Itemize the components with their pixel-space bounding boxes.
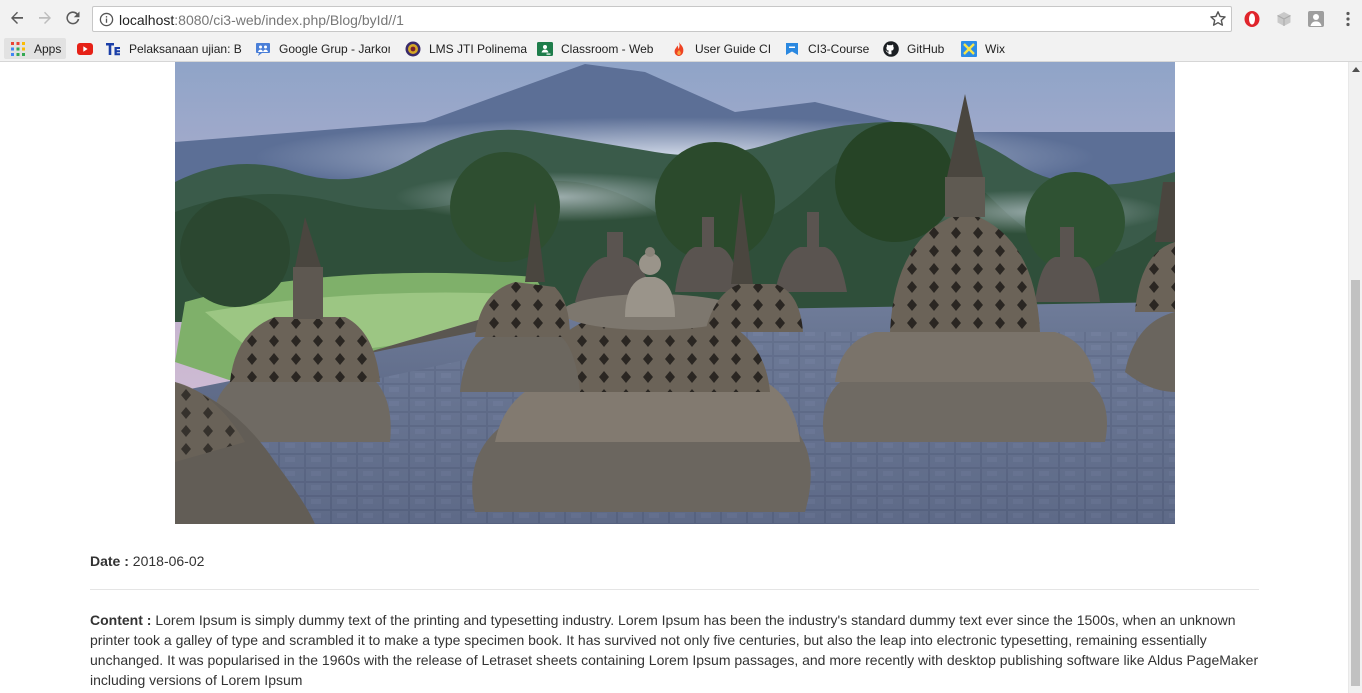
borobudur-hero-image: [175, 62, 1175, 524]
page-viewport: Date : 2018-06-02 Content : Lorem Ipsum …: [0, 62, 1362, 693]
bookmark-label: GitHub: [907, 41, 945, 56]
youtube-icon: [77, 41, 93, 57]
wix-icon: [961, 40, 977, 57]
scrollbar-thumb[interactable]: [1351, 280, 1360, 686]
bookmark-label: CI3-Course: [808, 41, 870, 56]
vertical-scrollbar[interactable]: [1348, 62, 1362, 693]
classroom-icon: [537, 41, 553, 57]
bookmark-youtube[interactable]: [77, 38, 101, 59]
menu-button[interactable]: [1338, 9, 1358, 29]
bookmarks-bar: Apps Pelaksanaan ujian: Ba Google Grup -…: [0, 36, 1362, 62]
bookmark-github[interactable]: GitHub: [883, 38, 944, 59]
bookmark-apps[interactable]: Apps: [4, 38, 67, 59]
polinema-icon: [405, 41, 421, 57]
bookmark-pelaksanaan-ujian[interactable]: Pelaksanaan ujian: Ba: [105, 38, 242, 59]
arrow-left-icon: [11, 11, 23, 24]
bookmark-google-grup[interactable]: Google Grup - Jarkom: [255, 38, 390, 59]
content-text: Lorem Ipsum is simply dummy text of the …: [90, 612, 1259, 688]
extension-button[interactable]: [1274, 9, 1294, 29]
bookmark-user-guide-ci[interactable]: User Guide CI: [671, 38, 771, 59]
date-value: 2018-06-02: [132, 553, 205, 569]
info-icon[interactable]: [99, 12, 114, 27]
browser-toolbar: localhost:8080/ci3-web/index.php/Blog/by…: [0, 0, 1362, 36]
post-content: Content : Lorem Ipsum is simply dummy te…: [90, 610, 1262, 690]
bookmark-label: Google Grup - Jarkom: [279, 41, 390, 56]
cube-extension-icon: [1277, 12, 1291, 26]
profile-icon: [1308, 11, 1324, 27]
opera-extension-button[interactable]: [1242, 9, 1262, 29]
bookmark-wix[interactable]: Wix: [961, 38, 1005, 59]
reload-button[interactable]: [62, 7, 84, 29]
bookmark-label: Apps: [34, 41, 62, 56]
post-date: Date : 2018-06-02: [90, 553, 204, 569]
divider: [90, 589, 1259, 590]
date-label: Date :: [90, 553, 129, 569]
url-host: localhost: [119, 12, 175, 28]
forward-button[interactable]: [34, 7, 56, 29]
apps-grid-icon: [10, 41, 26, 57]
bookmark-lms-jti[interactable]: LMS JTI Polinema: [405, 38, 527, 59]
kebab-menu-icon: [1346, 11, 1350, 27]
reload-icon: [66, 11, 80, 25]
te-icon: [105, 41, 121, 57]
content-label: Content :: [90, 612, 152, 628]
bookmark-label: User Guide CI: [695, 41, 772, 56]
bookmark-classroom[interactable]: Classroom - Web: [537, 38, 653, 59]
google-groups-icon: [255, 41, 271, 57]
codeigniter-icon: [671, 41, 687, 57]
opera-icon: [1244, 11, 1260, 27]
bookmark-label: LMS JTI Polinema: [429, 41, 528, 56]
profile-button[interactable]: [1306, 9, 1326, 29]
scroll-up-arrow-icon[interactable]: [1352, 67, 1360, 72]
bookmark-ci3-course[interactable]: CI3-Course: [784, 38, 869, 59]
bookmark-label: Classroom - Web: [561, 41, 654, 56]
bookmark-icon: [784, 41, 800, 57]
address-bar[interactable]: localhost:8080/ci3-web/index.php/Blog/by…: [92, 6, 1232, 32]
github-icon: [883, 40, 899, 57]
bookmark-label: Pelaksanaan ujian: Ba: [129, 41, 242, 56]
back-button[interactable]: [6, 7, 28, 29]
url-text: localhost:8080/ci3-web/index.php/Blog/by…: [119, 12, 404, 28]
arrow-right-icon: [39, 11, 51, 24]
bookmark-label: Wix: [985, 41, 1005, 56]
bookmark-star-icon[interactable]: [1209, 10, 1227, 28]
url-path: :8080/ci3-web/index.php/Blog/byId//1: [174, 12, 404, 28]
